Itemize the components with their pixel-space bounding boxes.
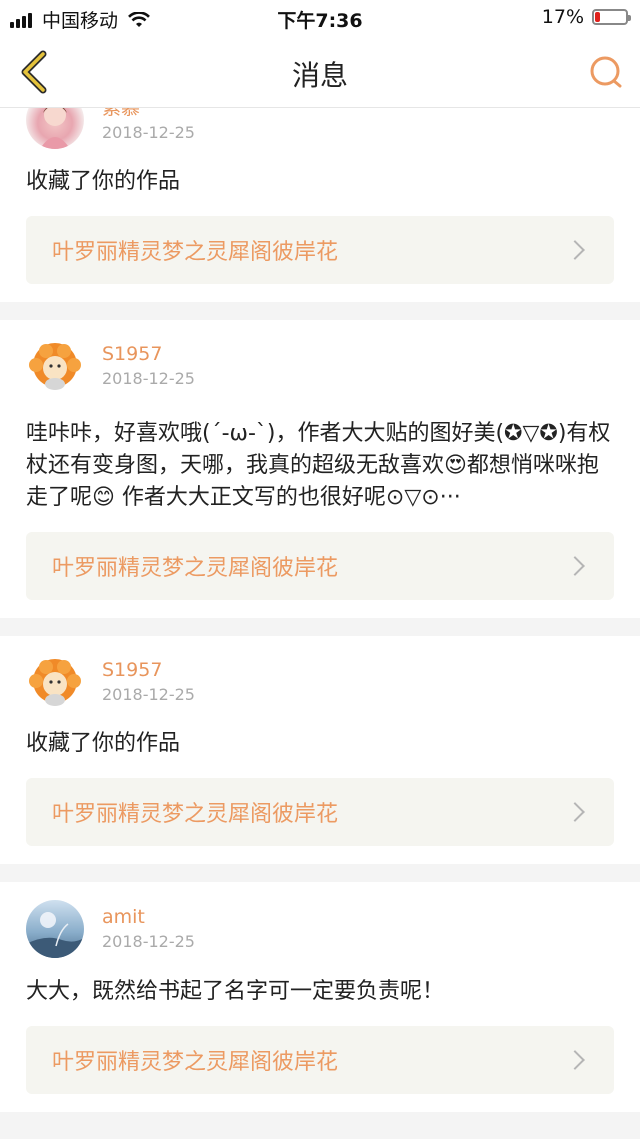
work-link[interactable]: 叶罗丽精灵梦之灵犀阁彼岸花 — [26, 216, 614, 284]
user-meta: S1957 2018-12-25 — [102, 341, 195, 391]
message-card: amit 2018-12-25 大大，既然给书起了名字可一定要负责呢！ 叶罗丽精… — [0, 882, 640, 1112]
lion-avatar-icon — [29, 659, 81, 706]
user-meta: amit 2018-12-25 — [102, 904, 195, 954]
work-title: 叶罗丽精灵梦之灵犀阁彼岸花 — [52, 240, 339, 265]
avatar[interactable] — [26, 900, 84, 958]
username[interactable]: 紫慕 — [102, 108, 195, 121]
girl-avatar-icon — [40, 108, 70, 149]
nav-bar: 消息 — [0, 36, 640, 108]
divider — [0, 302, 640, 320]
message-date: 2018-12-25 — [102, 123, 195, 142]
lion-avatar-icon — [29, 343, 81, 390]
user-meta: 紫慕 2018-12-25 — [102, 108, 195, 145]
work-title: 叶罗丽精灵梦之灵犀阁彼岸花 — [52, 802, 339, 827]
user-row: amit 2018-12-25 — [26, 882, 614, 976]
work-link[interactable]: 叶罗丽精灵梦之灵犀阁彼岸花 — [26, 1026, 614, 1094]
status-right: 17% — [541, 6, 631, 28]
avatar[interactable] — [26, 108, 84, 149]
message-date: 2018-12-25 — [102, 369, 195, 388]
chevron-right-icon — [565, 556, 585, 576]
message-list[interactable]: 紫慕 2018-12-25 收藏了你的作品 叶罗丽精灵梦之灵犀阁彼岸花 S195… — [0, 108, 640, 1139]
work-link[interactable]: 叶罗丽精灵梦之灵犀阁彼岸花 — [26, 778, 614, 846]
work-title: 叶罗丽精灵梦之灵犀阁彼岸花 — [52, 1050, 339, 1075]
message-card: 紫慕 2018-12-25 收藏了你的作品 叶罗丽精灵梦之灵犀阁彼岸花 — [0, 108, 640, 302]
message-date: 2018-12-25 — [102, 932, 195, 951]
user-row: 紫慕 2018-12-25 — [26, 108, 614, 162]
username[interactable]: S1957 — [102, 657, 195, 683]
work-title: 叶罗丽精灵梦之灵犀阁彼岸花 — [52, 556, 339, 581]
divider — [0, 864, 640, 882]
message-card: S1957 2018-12-25 哇咔咔，好喜欢哦(´-ω-`)，作者大大贴的图… — [0, 320, 640, 618]
message-text: 大大，既然给书起了名字可一定要负责呢！ — [26, 979, 445, 1004]
username[interactable]: amit — [102, 904, 195, 930]
chevron-right-icon — [565, 240, 585, 260]
page-title: 消息 — [291, 59, 348, 92]
avatar[interactable] — [26, 653, 84, 711]
message-date: 2018-12-25 — [102, 685, 195, 704]
chevron-right-icon — [565, 1050, 585, 1070]
user-row: S1957 2018-12-25 — [26, 320, 614, 412]
battery-percent: 17% — [541, 6, 584, 28]
battery-fill — [595, 12, 601, 22]
search-button[interactable] — [586, 52, 626, 92]
message-text: 收藏了你的作品 — [26, 731, 181, 756]
work-link[interactable]: 叶罗丽精灵梦之灵犀阁彼岸花 — [26, 532, 614, 600]
message-text: 收藏了你的作品 — [26, 169, 181, 194]
sky-avatar-icon — [26, 912, 84, 958]
search-icon — [590, 56, 622, 88]
battery-icon — [592, 9, 631, 25]
status-bar: 中国移动 下午7:36 17% — [0, 0, 640, 36]
avatar[interactable] — [26, 337, 84, 395]
message-text: 哇咔咔，好喜欢哦(´-ω-`)，作者大大贴的图好美(✪▽✪)有权杖还有变身图，天… — [26, 421, 611, 510]
divider — [0, 618, 640, 636]
chevron-right-icon — [565, 802, 585, 822]
user-row: S1957 2018-12-25 — [26, 636, 614, 728]
user-meta: S1957 2018-12-25 — [102, 657, 195, 707]
username[interactable]: S1957 — [102, 341, 195, 367]
message-card: S1957 2018-12-25 收藏了你的作品 叶罗丽精灵梦之灵犀阁彼岸花 — [0, 636, 640, 864]
